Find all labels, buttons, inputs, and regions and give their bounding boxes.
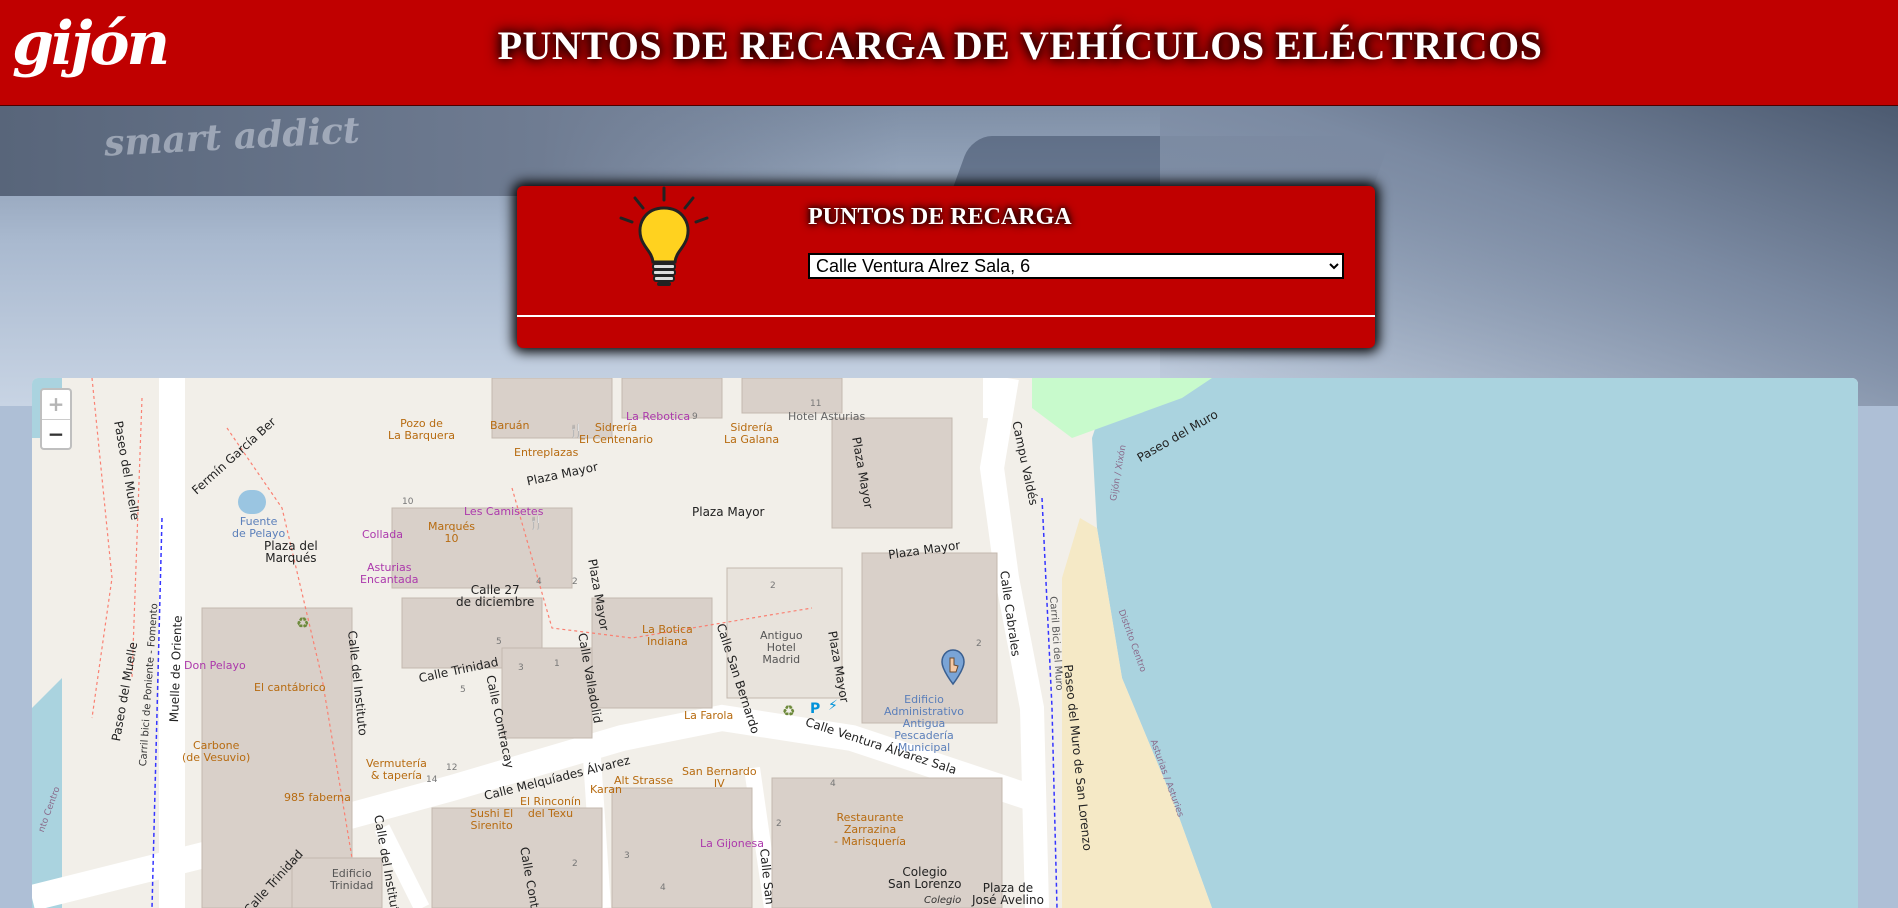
map-label: Baruán	[490, 419, 530, 432]
page-title: PUNTOS DE RECARGA DE VEHÍCULOS ELÉCTRICO…	[497, 23, 1543, 68]
street-map[interactable]: + − Fermín García Ber Paseo del Muelle P…	[32, 378, 1858, 908]
house-number: 4	[830, 779, 836, 789]
panel-divider	[517, 315, 1375, 317]
map-label: Edificio Trinidad	[330, 867, 374, 892]
map-label: Muelle de Oriente	[167, 615, 185, 723]
house-number: 4	[536, 577, 542, 587]
site-header: gijón PUNTOS DE RECARGA DE VEHÍCULOS ELÉ…	[0, 0, 1898, 106]
map-label: Restaurante Zarrazina - Marisquería	[834, 811, 907, 848]
map-label: Fuente de Pelayo	[232, 515, 286, 540]
map-label: Karan	[590, 783, 622, 796]
map-label: Carbone (de Vesuvio)	[182, 739, 251, 764]
house-number: 14	[426, 775, 438, 785]
panel-title: PUNTOS DE RECARGA	[808, 204, 1072, 230]
hand-pointer-icon[interactable]	[940, 648, 966, 686]
charging-station-icon: ⚡	[828, 698, 838, 714]
zoom-out-button[interactable]: −	[42, 420, 70, 449]
map-label: La Farola	[684, 709, 734, 722]
house-number: 3	[624, 851, 630, 861]
charging-points-panel: PUNTOS DE RECARGA Calle Ventura Alrez Sa…	[517, 186, 1375, 348]
map-label: Plaza del Marqués	[264, 539, 318, 565]
map-label: Hotel Asturias	[788, 410, 866, 423]
map-label: Collada	[362, 528, 403, 541]
map-label: La Botica Indiana	[642, 623, 693, 648]
map-label: Colegio San Lorenzo	[888, 865, 962, 891]
house-number: 11	[810, 399, 822, 409]
map-label: Colegio	[924, 895, 962, 906]
map-label: El Rinconín del Texu	[520, 795, 581, 820]
house-number: 4	[660, 883, 666, 893]
map-tiles	[32, 378, 1858, 908]
house-number: 2	[572, 859, 578, 869]
map-label: San Bernardo IV	[682, 765, 757, 790]
house-number: 12	[446, 763, 458, 773]
map-label: Don Pelayo	[184, 659, 246, 672]
recycling-icon: ♻	[782, 702, 796, 720]
house-number: 10	[402, 497, 414, 507]
map-label: Sidrería La Galana	[724, 421, 780, 446]
map-label: La Gijonesa	[700, 837, 764, 850]
map-label: Sushi El Sirenito	[470, 807, 514, 832]
restaurant-icon: 🍴	[528, 516, 545, 531]
map-label: Entreplazas	[514, 446, 579, 459]
house-number: 2	[776, 819, 782, 829]
parking-icon: P	[810, 701, 821, 717]
house-number: 9	[692, 412, 698, 422]
gijon-logo[interactable]: gijón	[12, 4, 170, 84]
map-label: 985 faberna	[284, 791, 351, 804]
house-number: 2	[770, 581, 776, 591]
map-label: La Rebotica	[626, 410, 691, 423]
house-number: 5	[460, 685, 466, 695]
map-label: Sidrería El Centenario	[579, 421, 654, 446]
map-label: Plaza Mayor	[692, 505, 765, 519]
map-label: Alt Strasse	[614, 774, 674, 787]
zoom-in-button[interactable]: +	[42, 390, 70, 420]
restaurant-icon: 🍴	[568, 424, 585, 439]
map-label: El cantábrico	[254, 681, 326, 694]
zoom-controls: + −	[40, 388, 72, 450]
map-label: Calle 27 de diciembre	[456, 583, 535, 609]
house-number: 2	[572, 577, 578, 587]
map-label: Vermutería & tapería	[366, 757, 427, 782]
house-number: 3	[518, 663, 524, 673]
lightbulb-icon	[619, 186, 709, 286]
charging-point-select[interactable]: Calle Ventura Alrez Sala, 6	[808, 253, 1344, 279]
sea-area	[1092, 378, 1858, 908]
recycling-icon: ♻	[296, 614, 310, 632]
house-number: 5	[496, 637, 502, 647]
map-label: Asturias Encantada	[360, 561, 419, 586]
house-number: 1	[554, 659, 560, 669]
map-label: Pozo de La Barquera	[388, 417, 455, 442]
map-label: Marqués 10	[428, 520, 476, 545]
house-number: 2	[976, 639, 982, 649]
map-label: Plaza de José Avelino	[972, 881, 1044, 907]
fountain-icon	[238, 490, 266, 514]
map-label: Antiguo Hotel Madrid	[760, 629, 803, 666]
